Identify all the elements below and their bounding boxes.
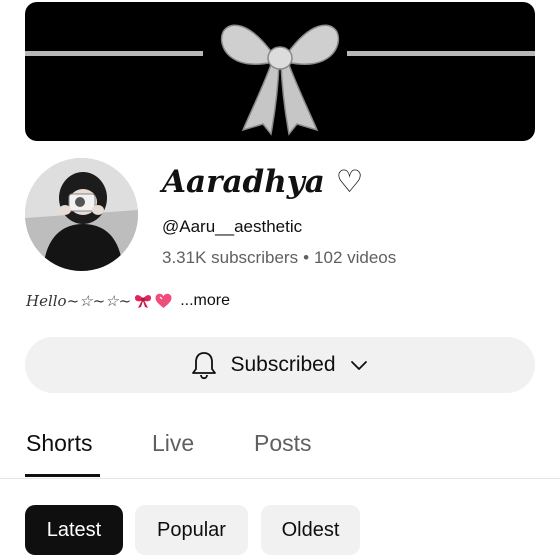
stats-separator: • <box>303 248 310 267</box>
channel-banner <box>25 2 535 141</box>
avatar[interactable] <box>25 158 138 271</box>
video-count: 102 videos <box>314 248 397 267</box>
channel-tabs: Shorts Live Posts <box>0 420 560 480</box>
heart-emoji-icon <box>155 293 172 308</box>
subscribed-button[interactable]: Subscribed <box>25 337 535 393</box>
tab-live[interactable]: Live <box>152 430 194 457</box>
chevron-down-icon <box>350 361 367 370</box>
ribbon-bow-icon <box>25 24 535 136</box>
subscriber-count: 3.31K subscribers <box>162 248 299 267</box>
subscribed-label: Subscribed <box>230 353 336 376</box>
sort-chips: Latest Popular Oldest <box>0 505 560 557</box>
chip-latest[interactable]: Latest <box>25 505 123 555</box>
tabs-divider <box>0 478 560 479</box>
chip-popular[interactable]: Popular <box>135 505 248 555</box>
active-tab-indicator <box>25 474 100 477</box>
description-more-link[interactable]: ...more <box>180 292 230 310</box>
channel-stats: 3.31K subscribers • 102 videos <box>162 248 396 268</box>
red-bow-emoji-icon <box>135 295 152 308</box>
channel-handle: @Aaru__aesthetic <box>162 217 303 236</box>
channel-description[interactable]: Hello~☆~☆~ ...more <box>26 292 230 310</box>
channel-name: Aaradhya ♡ <box>162 164 364 200</box>
description-text: Hello~☆~☆~ <box>26 292 132 310</box>
avatar-photo <box>25 158 138 271</box>
chip-oldest[interactable]: Oldest <box>261 505 360 555</box>
tab-posts[interactable]: Posts <box>254 430 312 457</box>
tab-shorts[interactable]: Shorts <box>26 430 92 457</box>
bell-icon <box>192 352 217 380</box>
